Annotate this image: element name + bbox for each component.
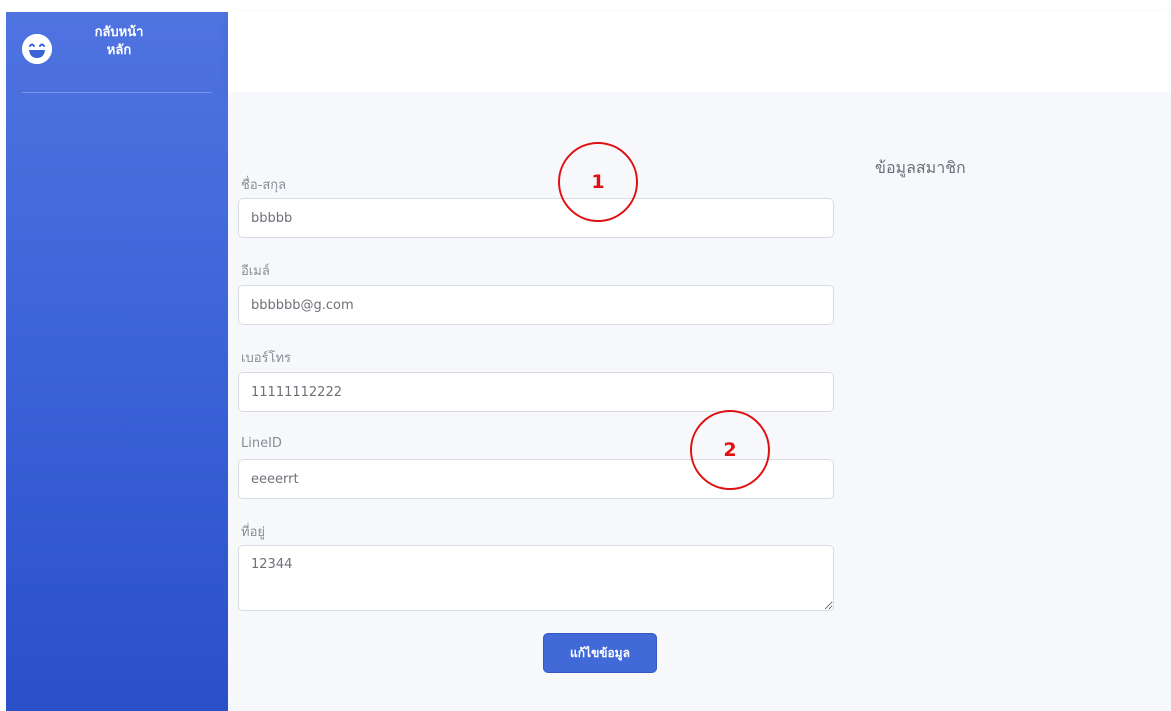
email-input[interactable] [238,285,834,325]
name-label: ชื่อ-สกุล [241,178,287,193]
lineid-label: LineID [241,436,282,451]
phone-input[interactable] [238,372,834,412]
home-link-line2: หลัก [106,43,132,58]
page-title: ข้อมูลสมาชิก [875,158,966,177]
home-link-label: กลับหน้า หลัก [74,24,164,60]
name-input[interactable] [238,198,834,238]
phone-label: เบอร์โทร [241,351,292,366]
annotation-marker-1: 1 [558,142,638,222]
sidebar-divider [22,92,212,93]
home-link[interactable]: กลับหน้า หลัก [6,12,228,92]
home-link-line1: กลับหน้า [94,25,144,40]
annotation-marker-2: 2 [690,410,770,490]
email-label: อีเมล์ [241,264,270,279]
topbar [228,12,1171,92]
address-label: ที่อยู่ [241,525,265,540]
edit-profile-button[interactable]: แก้ไขข้อมูล [543,633,657,673]
laughing-face-icon [22,34,52,64]
sidebar: กลับหน้า หลัก [6,12,228,711]
address-textarea[interactable]: 12344 [238,545,834,611]
